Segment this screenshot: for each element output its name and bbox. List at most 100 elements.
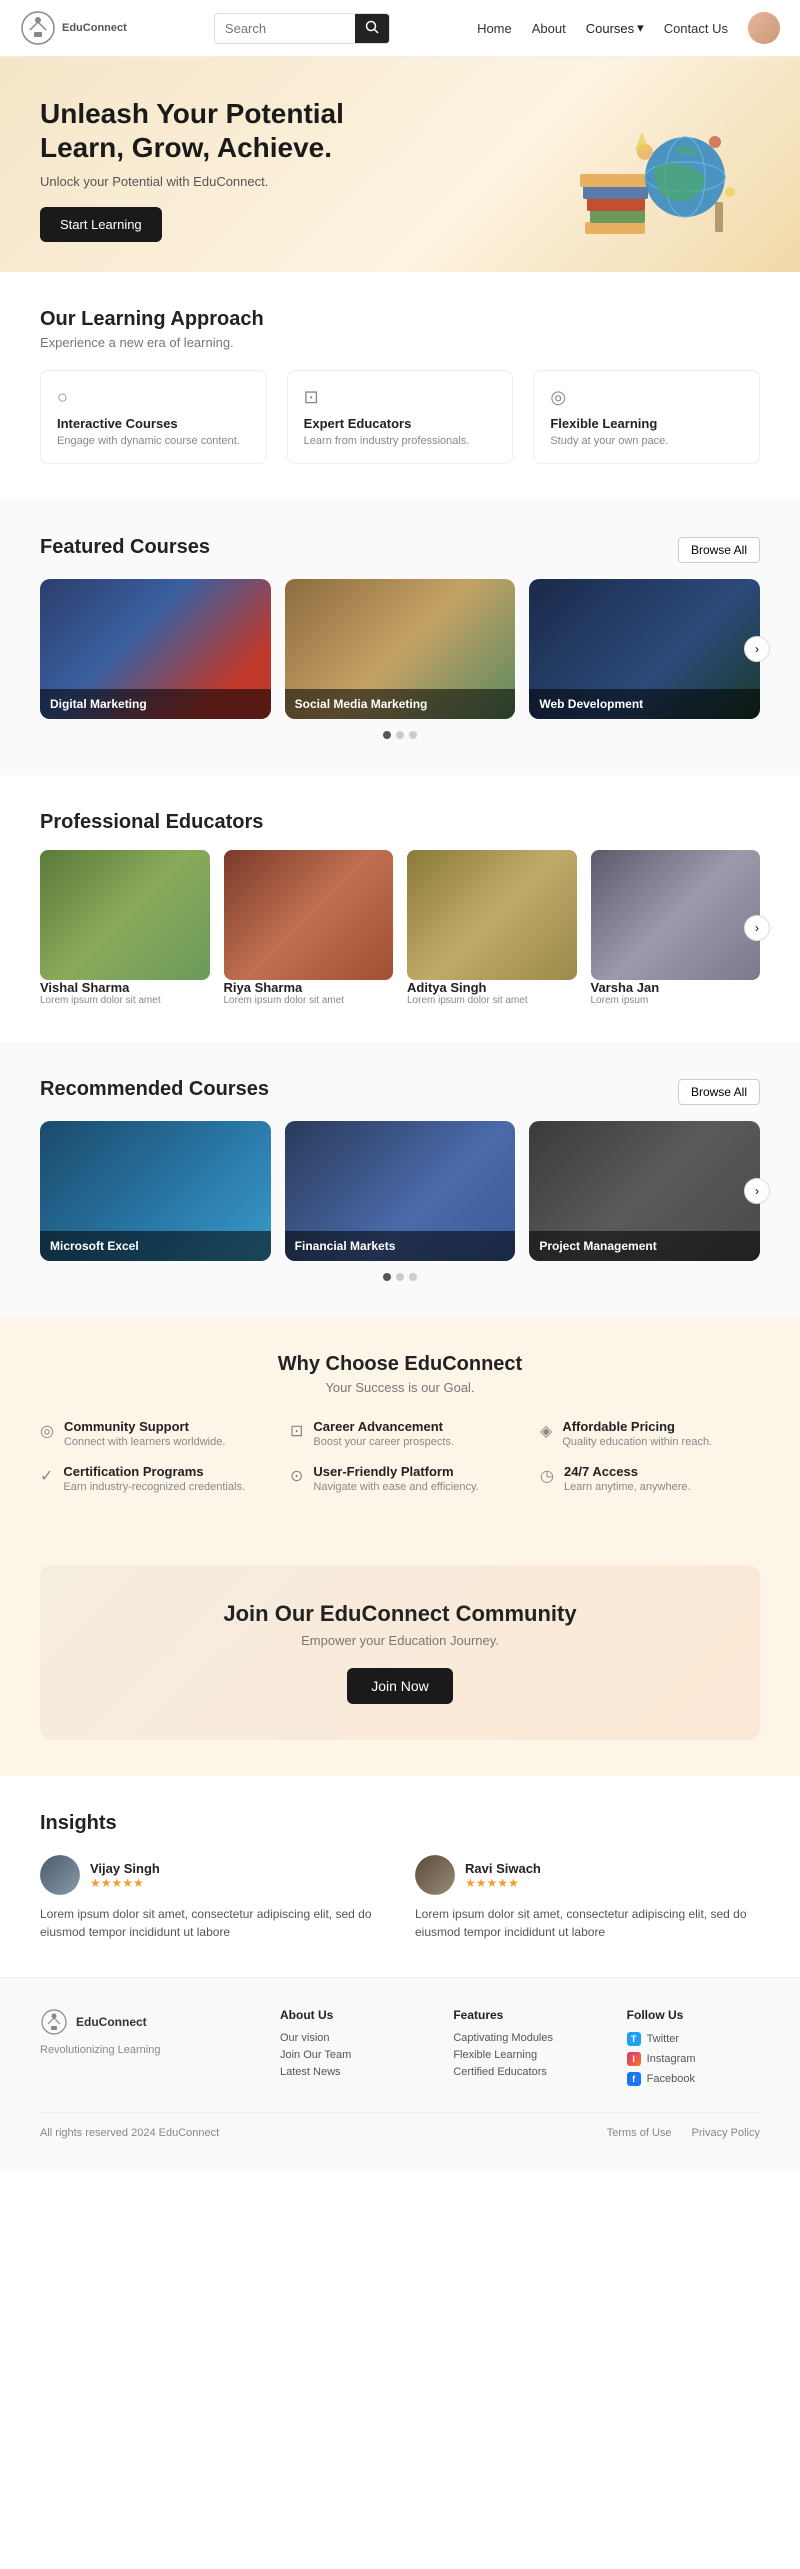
rec-carousel-dot-1[interactable] [383,1273,391,1281]
footer-features-title: Features [453,2008,586,2022]
footer-captivating-modules[interactable]: Captivating Modules [453,2032,586,2044]
course-title-social-media: Social Media Marketing [285,689,516,719]
educator-photo-riya [224,850,394,980]
footer-our-vision[interactable]: Our vision [280,2032,413,2044]
247-access-desc: Learn anytime, anywhere. [564,1481,691,1493]
educators-section: Professional Educators Vishal Sharma Lor… [0,775,800,1042]
why-item-pricing: ◈ Affordable Pricing Quality education w… [540,1419,760,1448]
carousel-dot-2[interactable] [396,731,404,739]
why-choose-title: Why Choose EduConnect [40,1353,760,1376]
footer-instagram-link[interactable]: I Instagram [627,2052,760,2066]
course-card-social-media[interactable]: Social Media Marketing [285,579,516,719]
approach-subtitle: Experience a new era of learning. [40,335,760,350]
course-title-digital-marketing: Digital Marketing [40,689,271,719]
footer-join-our-team[interactable]: Join Our Team [280,2049,413,2061]
career-advancement-title: Career Advancement [313,1419,454,1434]
footer-logo: EduConnect [40,2008,240,2036]
footer-about-col: About Us Our vision Join Our Team Latest… [280,2008,413,2092]
featured-courses-section: Featured Courses Browse All Digital Mark… [0,500,800,775]
footer-privacy-link[interactable]: Privacy Policy [692,2127,760,2139]
approach-grid: ○ Interactive Courses Engage with dynami… [40,370,760,464]
search-button[interactable] [355,14,389,43]
educators-next-button[interactable]: › [744,915,770,941]
course-card-web-dev[interactable]: Web Development [529,579,760,719]
nav-about[interactable]: About [532,21,566,36]
course-title-financial-markets: Financial Markets [285,1231,516,1261]
footer-latest-news[interactable]: Latest News [280,2066,413,2078]
footer-twitter-link[interactable]: T Twitter [627,2032,760,2046]
interactive-courses-desc: Engage with dynamic course content. [57,435,250,447]
footer-certified-educators[interactable]: Certified Educators [453,2066,586,2078]
educator-photo-vishal [40,850,210,980]
insight-text-ravi: Lorem ipsum dolor sit amet, consectetur … [415,1905,760,1941]
approach-card-interactive: ○ Interactive Courses Engage with dynami… [40,370,267,464]
rec-carousel-dot-2[interactable] [396,1273,404,1281]
rec-carousel-dot-3[interactable] [409,1273,417,1281]
flexible-learning-icon: ◎ [550,387,743,408]
educators-carousel: Vishal Sharma Lorem ipsum dolor sit amet… [40,850,760,1006]
search-input[interactable] [215,16,355,41]
facebook-icon: f [627,2072,641,2086]
course-card-excel[interactable]: Microsoft Excel [40,1121,271,1261]
carousel-dot-1[interactable] [383,731,391,739]
community-support-title: Community Support [64,1419,225,1434]
cta-box: Join Our EduConnect Community Empower yo… [40,1565,760,1740]
insight-header-ravi: Ravi Siwach ★★★★★ [415,1855,760,1895]
flexible-learning-title: Flexible Learning [550,416,743,431]
why-item-career: ⊡ Career Advancement Boost your career p… [290,1419,510,1448]
instagram-label: Instagram [647,2053,696,2065]
recommended-courses-next-button[interactable]: › [744,1178,770,1204]
insight-stars-vijay: ★★★★★ [90,1876,160,1890]
featured-browse-all-button[interactable]: Browse All [678,537,760,563]
nav-courses[interactable]: Courses ▾ [586,20,644,36]
featured-courses-header: Featured Courses Browse All [40,536,760,563]
recommended-courses-section: Recommended Courses Browse All Microsoft… [0,1042,800,1317]
featured-courses-row: Digital Marketing Social Media Marketing… [40,579,760,719]
affordable-pricing-title: Affordable Pricing [562,1419,712,1434]
approach-card-educators: ⊡ Expert Educators Learn from industry p… [287,370,514,464]
why-item-community: ◎ Community Support Connect with learner… [40,1419,260,1448]
insight-card-ravi: Ravi Siwach ★★★★★ Lorem ipsum dolor sit … [415,1855,760,1941]
recommended-courses-row: Microsoft Excel Financial Markets Projec… [40,1121,760,1261]
twitter-icon: T [627,2032,641,2046]
footer-terms-link[interactable]: Terms of Use [607,2127,672,2139]
footer-copyright: All rights reserved 2024 EduConnect [40,2127,219,2139]
insight-name-vijay: Vijay Singh [90,1861,160,1876]
certification-title: Certification Programs [63,1464,245,1479]
carousel-dot-3[interactable] [409,731,417,739]
certification-desc: Earn industry-recognized credentials. [63,1481,245,1493]
educator-desc-varsha: Lorem ipsum [591,995,761,1006]
why-item-platform: ⊙ User-Friendly Platform Navigate with e… [290,1464,510,1493]
join-now-button[interactable]: Join Now [347,1668,453,1704]
twitter-label: Twitter [647,2033,679,2045]
featured-courses-carousel: Digital Marketing Social Media Marketing… [40,579,760,719]
footer-features-col: Features Captivating Modules Flexible Le… [453,2008,586,2092]
insight-avatar-ravi [415,1855,455,1895]
interactive-courses-title: Interactive Courses [57,416,250,431]
affordable-pricing-icon: ◈ [540,1421,552,1441]
avatar[interactable] [748,12,780,44]
educator-name-riya: Riya Sharma [224,980,394,995]
featured-courses-next-button[interactable]: › [744,636,770,662]
insights-title: Insights [40,1812,760,1835]
course-card-project-management[interactable]: Project Management [529,1121,760,1261]
nav-home[interactable]: Home [477,21,512,36]
affordable-pricing-desc: Quality education within reach. [562,1436,712,1448]
footer-flexible-learning[interactable]: Flexible Learning [453,2049,586,2061]
insight-stars-ravi: ★★★★★ [465,1876,541,1890]
community-support-desc: Connect with learners worldwide. [64,1436,225,1448]
career-advancement-icon: ⊡ [290,1421,303,1441]
footer-follow-title: Follow Us [627,2008,760,2022]
hero-subtitle: Unlock your Potential with EduConnect. [40,174,540,189]
course-card-digital-marketing[interactable]: Digital Marketing [40,579,271,719]
course-card-financial-markets[interactable]: Financial Markets [285,1121,516,1261]
footer-facebook-link[interactable]: f Facebook [627,2072,760,2086]
educator-photo-varsha [591,850,761,980]
chevron-down-icon: ▾ [637,20,644,36]
educator-card-varsha: Varsha Jan Lorem ipsum [591,850,761,1006]
why-item-certification: ✓ Certification Programs Earn industry-r… [40,1464,260,1493]
recommended-browse-all-button[interactable]: Browse All [678,1079,760,1105]
instagram-icon: I [627,2052,641,2066]
nav-contact[interactable]: Contact Us [664,21,728,36]
start-learning-button[interactable]: Start Learning [40,207,162,242]
